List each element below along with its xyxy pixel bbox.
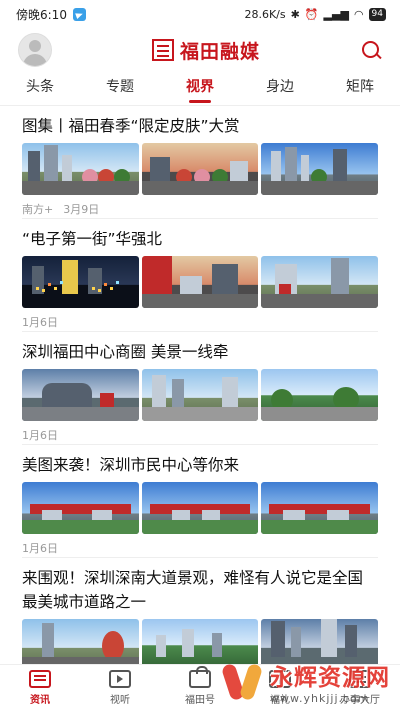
thumbnail-image [261,369,379,421]
gift-icon [269,670,291,688]
brand-name: 福田融媒 [179,40,260,63]
search-icon[interactable] [360,39,382,61]
article-thumbnails [22,143,379,195]
thumbnail-image [261,482,379,534]
article-thumbnails [22,482,379,534]
article-title: 图集丨福田春季“限定皮肤”大赏 [22,117,240,135]
tab-nearby[interactable]: 身边 [258,72,302,106]
article-title: 深圳福田中心商圈 美景一线牵 [22,343,229,361]
bluetooth-icon: ✱ [290,7,300,21]
thumbnail-image [141,256,259,308]
thumbnail-image [261,619,379,664]
brand-logo-icon [151,39,174,61]
app-header: 福田融媒 [0,28,400,72]
article-item[interactable]: “电子第一街”华强北 1月6日 [22,219,379,332]
news-icon [29,670,51,688]
wifi-icon: ◠ [353,7,364,21]
brand: 福田融媒 [151,37,260,64]
thumbnail-image [141,482,259,534]
article-source: 南方+ [22,203,54,216]
channel-tabs: 头条 专题 视界 身边 矩阵 [0,72,400,106]
nav-news[interactable]: 资讯 [10,670,70,706]
nav-service-hall[interactable]: 办事大厅 [330,670,390,706]
thumbnail-image [22,482,139,534]
article-item[interactable]: 美图来袭！深圳市民中心等你来 1月6日 [22,445,379,558]
nav-gift[interactable]: 福礼 [250,670,310,706]
article-thumbnails [22,256,379,308]
tab-vision[interactable]: 视界 [178,72,222,106]
article-date: 1月6日 [22,429,58,442]
thumbnail-image [261,256,379,308]
article-meta: 1月6日 [22,314,378,330]
article-meta: 1月6日 [22,540,378,556]
thumbnail-image [141,369,259,421]
tab-topics[interactable]: 专题 [98,72,142,106]
thumbnail-image [141,619,259,664]
article-date: 3月9日 [63,203,100,216]
status-bar: 傍晚6:10 28.6K/s ✱ ⏰ ▂▄▆ ◠ 94 [0,0,400,28]
signal-icon: ▂▄▆ [323,7,349,21]
nav-label: 福礼 [270,695,290,706]
hall-icon [349,670,371,688]
thumbnail-image [22,369,139,421]
nav-label: 资讯 [30,695,50,706]
battery-level: 94 [368,7,386,21]
article-meta: 南方+ 3月9日 [22,201,378,217]
article-title: “电子第一街”华强北 [22,230,163,248]
article-item[interactable]: 来围观！深圳深南大道景观，难怪有人说它是全国最美城市道路之一 [22,558,379,664]
article-title: 美图来袭！深圳市民中心等你来 [22,456,240,474]
nav-label: 办事大厅 [340,695,380,706]
user-avatar[interactable] [18,33,52,67]
article-item[interactable]: 深圳福田中心商圈 美景一线牵 1月6日 [22,332,379,445]
article-meta: 1月6日 [22,427,378,443]
tab-headlines[interactable]: 头条 [18,72,62,106]
nav-label: 视听 [110,695,130,706]
nav-label: 福田号 [185,695,215,706]
nav-video[interactable]: 视听 [90,670,150,706]
thumbnail-image [22,143,139,195]
article-date: 1月6日 [22,316,58,329]
article-title: 来围观！深圳深南大道景观，难怪有人说它是全国最美城市道路之一 [22,569,364,611]
network-speed: 28.6K/s [244,7,286,21]
article-feed[interactable]: 图集丨福田春季“限定皮肤”大赏 南方+ 3月9日 “电子第一街”华强北 1月6日… [0,106,400,664]
status-time: 傍晚6:10 [16,7,67,22]
article-thumbnails [22,369,379,421]
thumbnail-image [261,143,379,195]
thumbnail-image [22,256,139,308]
thumbnail-image [141,143,259,195]
shop-icon [189,666,211,688]
article-thumbnails [22,619,379,664]
tab-matrix[interactable]: 矩阵 [338,72,382,106]
telegram-icon [72,7,86,21]
tv-icon [109,670,131,688]
alarm-icon: ⏰ [304,7,319,21]
thumbnail-image [22,619,139,664]
article-item[interactable]: 图集丨福田春季“限定皮肤”大赏 南方+ 3月9日 [22,106,379,219]
nav-futian-account[interactable]: 福田号 [170,666,230,706]
bottom-navigation: 资讯 视听 福田号 福礼 办事大厅 [0,664,400,711]
article-date: 1月6日 [22,542,58,555]
